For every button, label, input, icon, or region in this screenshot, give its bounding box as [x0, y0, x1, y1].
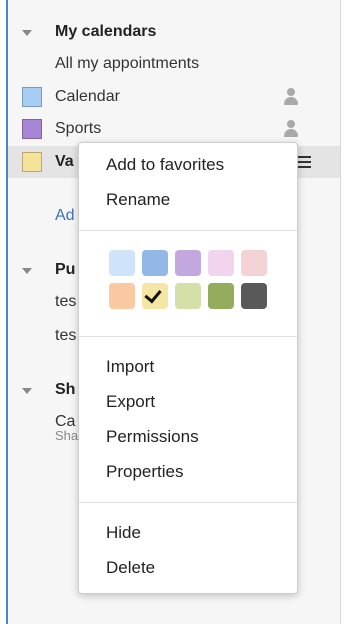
add-link-label: Ad — [55, 207, 75, 224]
item-label: All my appointments — [55, 55, 200, 72]
triangle-down-icon[interactable] — [22, 268, 32, 274]
rename-menu-item[interactable]: Rename — [106, 188, 170, 212]
menu-separator — [79, 336, 297, 337]
person-icon — [283, 120, 299, 138]
item-label: Sports — [55, 120, 102, 137]
color-option[interactable] — [142, 250, 168, 276]
section-title: My calendars — [55, 23, 157, 40]
color-option[interactable] — [109, 283, 135, 309]
menu-separator — [79, 230, 297, 231]
item-label: Calendar — [55, 88, 120, 105]
section-title: Sh — [55, 381, 76, 398]
menu-separator — [79, 502, 297, 503]
color-option[interactable] — [208, 283, 234, 309]
owner-label: Sha — [55, 428, 79, 443]
import-menu-item[interactable]: Import — [106, 355, 154, 379]
color-option[interactable] — [208, 250, 234, 276]
item-label: tes — [55, 327, 77, 344]
section-title: Pu — [55, 261, 76, 278]
color-option[interactable] — [175, 250, 201, 276]
calendar-item-sports[interactable]: Sports — [8, 113, 340, 145]
add-to-favorites-menu-item[interactable]: Add to favorites — [106, 153, 224, 177]
calendar-color-swatch[interactable] — [22, 119, 42, 139]
section-header-my-calendars[interactable]: My calendars — [8, 16, 340, 48]
item-label: Va — [55, 153, 74, 170]
calendar-item-calendar[interactable]: Calendar — [8, 81, 340, 113]
triangle-down-icon[interactable] — [22, 388, 32, 394]
properties-menu-item[interactable]: Properties — [106, 460, 183, 484]
color-option-selected[interactable] — [142, 283, 168, 309]
sidebar-right-border — [340, 0, 341, 624]
color-option[interactable] — [241, 250, 267, 276]
permissions-menu-item[interactable]: Permissions — [106, 425, 199, 449]
all-appointments-item[interactable]: All my appointments — [8, 48, 340, 80]
person-icon — [283, 88, 299, 106]
color-option[interactable] — [109, 250, 135, 276]
hide-menu-item[interactable]: Hide — [106, 521, 141, 545]
item-label: tes — [55, 293, 77, 310]
calendar-context-menu: Add to favorites Rename Import Export Pe… — [78, 142, 298, 594]
calendar-color-swatch[interactable] — [22, 152, 42, 172]
triangle-down-icon[interactable] — [22, 30, 32, 36]
checkmark-icon — [144, 285, 162, 304]
export-menu-item[interactable]: Export — [106, 390, 155, 414]
calendar-color-swatch[interactable] — [22, 87, 42, 107]
delete-menu-item[interactable]: Delete — [106, 556, 155, 580]
color-option[interactable] — [241, 283, 267, 309]
color-option[interactable] — [175, 283, 201, 309]
